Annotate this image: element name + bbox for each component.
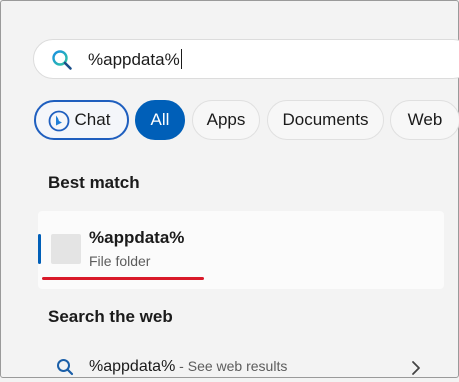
web-result-suffix: - See web results	[175, 358, 288, 374]
selection-accent	[38, 234, 41, 264]
search-icon	[52, 50, 72, 70]
search-input[interactable]: %appdata%	[88, 49, 182, 71]
filter-documents[interactable]: Documents	[267, 100, 384, 140]
search-box[interactable]: %appdata%	[33, 39, 459, 79]
best-match-heading: Best match	[48, 173, 140, 192]
web-result-text: %appdata% - See web results	[89, 358, 287, 376]
text-caret	[180, 49, 182, 69]
best-match-subtitle: File folder	[89, 253, 151, 269]
best-match-title: %appdata%	[89, 228, 185, 247]
filter-apps[interactable]: Apps	[192, 100, 260, 140]
bing-chat-icon	[48, 110, 70, 132]
search-web-heading: Search the web	[48, 307, 173, 326]
filter-all-label: All	[150, 110, 170, 129]
filter-chat[interactable]: Chat	[34, 100, 129, 140]
filter-chat-label: Chat	[74, 110, 111, 129]
search-query-text: %appdata%	[88, 50, 180, 69]
highlight-underline	[42, 277, 204, 280]
filter-all[interactable]: All	[135, 100, 185, 140]
filter-apps-label: Apps	[206, 110, 246, 129]
search-icon	[57, 359, 74, 376]
folder-icon	[51, 234, 81, 264]
filter-web[interactable]: Web	[390, 100, 459, 140]
chevron-right-icon[interactable]	[410, 360, 422, 376]
web-result-query: %appdata%	[89, 358, 176, 375]
filter-web-label: Web	[407, 110, 443, 129]
filter-documents-label: Documents	[282, 110, 369, 129]
